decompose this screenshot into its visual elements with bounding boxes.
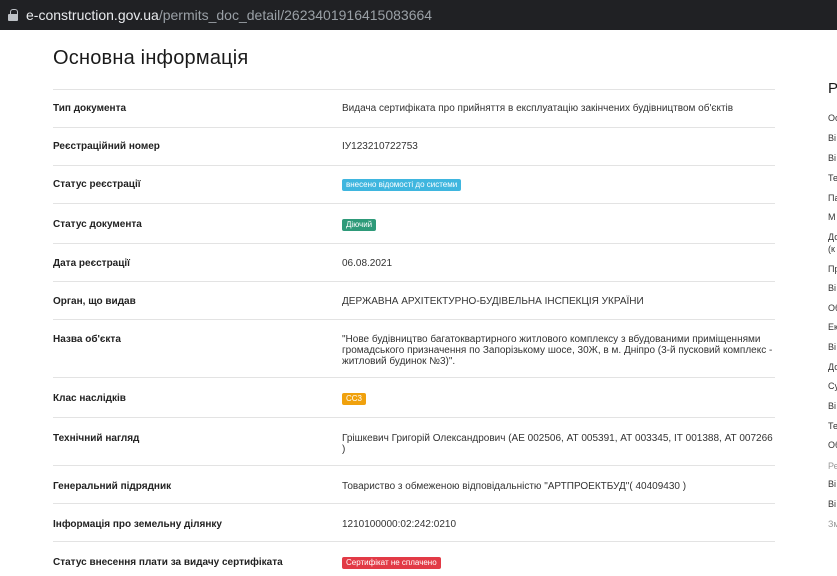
side-nav-link[interactable]: Те [828,173,837,183]
side-nav-link[interactable]: Су [828,381,837,391]
table-row: Інформація про земельну ділянку 12101000… [53,503,775,541]
side-nav-link[interactable]: Об [828,303,837,313]
row-value: Грішкевич Григорій Олександрович (АЕ 002… [342,433,773,455]
status-badge: СС3 [342,393,367,405]
status-badge: Сертифікат не сплачено [342,557,441,569]
table-row: Реєстраційний номер ІУ123210722753 [53,127,775,165]
row-label: Клас наслідків [53,393,126,404]
side-nav-link[interactable]: До [828,362,837,372]
side-nav-link[interactable]: Ві [828,342,836,352]
side-nav-link[interactable]: Об [828,440,837,450]
side-nav-link[interactable]: Пр [828,264,837,274]
side-nav-link[interactable]: Те [828,421,837,431]
table-row: Технічний нагляд Грішкевич Григорій Олек… [53,417,775,465]
row-label: Генеральний підрядник [53,481,172,492]
table-row: Генеральний підрядник Товариство з обмеж… [53,465,775,503]
lock-icon[interactable] [8,9,18,21]
side-nav-link[interactable]: Ві [828,479,836,489]
row-label: Інформація про земельну ділянку [53,519,222,530]
row-value: 06.08.2021 [342,258,393,269]
table-row: Орган, що видав ДЕРЖАВНА АРХІТЕКТУРНО-БУ… [53,281,775,319]
status-badge: Діючий [342,219,377,231]
side-nav-link[interactable]: Ос [828,113,837,123]
side-nav-link[interactable]: Ві [828,283,836,293]
table-row: Клас наслідків СС3 [53,377,775,417]
page-title: Основна інформація [53,47,249,69]
browser-address-bar[interactable]: e-construction.gov.ua/permits_doc_detail… [0,0,837,30]
row-value: "Нове будівництво багатоквартирного житл… [342,334,773,367]
side-nav-link[interactable]: Ві [828,153,836,163]
row-label: Назва об'єкта [53,334,121,345]
row-label: Реєстраційний номер [53,141,160,152]
side-navigation: Р Ос Ві Ві Те Па М До (к Пр Ві Об Ек Ві … [828,0,837,576]
side-nav-link[interactable]: Ві [828,133,836,143]
url-path[interactable]: /permits_doc_detail/2623401916415083664 [159,7,432,23]
row-label: Тип документа [53,103,127,114]
side-nav-link[interactable]: До [828,232,837,242]
table-row: Тип документа Видача сертифіката про при… [53,89,775,127]
row-label: Статус реєстрації [53,179,141,190]
side-navigation-heading: Р [828,80,837,97]
row-label: Орган, що видав [53,296,136,307]
side-nav-link[interactable]: Ві [828,499,836,509]
row-value: 1210100000:02:242:0210 [342,519,457,530]
side-nav-link[interactable]: М [828,212,836,222]
table-row: Статус реєстрації внесено відомості до с… [53,165,775,203]
side-nav-link[interactable]: Ві [828,401,836,411]
row-value: Товариство з обмеженою відповідальністю … [342,481,687,492]
row-value: ДЕРЖАВНА АРХІТЕКТУРНО-БУДІВЕЛЬНА ІНСПЕКЦ… [342,296,644,307]
side-nav-link[interactable]: Зм [828,519,837,529]
row-label: Технічний нагляд [53,433,140,444]
side-nav-link[interactable]: Па [828,193,837,203]
row-label: Статус внесення плати за видачу сертифік… [53,557,283,568]
table-row: Статус внесення плати за видачу сертифік… [53,541,775,576]
side-nav-link[interactable]: Ек [828,322,837,332]
status-badge: внесено відомості до системи [342,179,462,191]
row-value: ІУ123210722753 [342,141,418,152]
side-nav-link[interactable]: (к [828,244,835,254]
url-domain[interactable]: e-construction.gov.ua [26,7,159,23]
table-row: Назва об'єкта "Нове будівництво багатокв… [53,319,775,377]
row-label: Дата реєстрації [53,258,130,269]
table-row: Статус документа Діючий [53,203,775,243]
row-label: Статус документа [53,219,142,230]
side-nav-link[interactable]: Ре [828,461,837,471]
table-row: Дата реєстрації 06.08.2021 [53,243,775,281]
row-value: Видача сертифіката про прийняття в експл… [342,103,734,114]
